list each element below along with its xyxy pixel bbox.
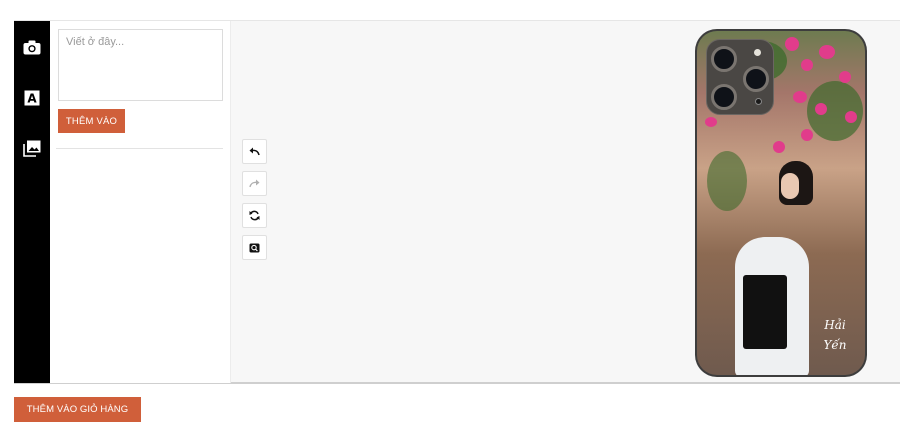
case-photo: Hải Yến — [697, 31, 865, 375]
image-gallery-icon[interactable] — [14, 133, 50, 163]
signature-line-2: Yến — [823, 338, 847, 352]
tool-sidebar: A — [14, 21, 50, 383]
camera-module — [706, 39, 774, 115]
rotate-icon[interactable] — [242, 203, 267, 228]
custom-text-input[interactable] — [58, 29, 223, 101]
undo-icon[interactable] — [242, 139, 267, 164]
text-tool-label: A — [27, 92, 37, 106]
add-text-button[interactable]: THÊM VÀO — [58, 109, 125, 133]
camera-icon[interactable] — [14, 32, 50, 62]
signature-line-1: Hải — [824, 318, 846, 332]
redo-icon[interactable] — [242, 171, 267, 196]
zoom-icon[interactable] — [242, 235, 267, 260]
panel-divider — [56, 148, 223, 149]
text-tool-icon[interactable]: A — [14, 83, 50, 113]
phone-case: Hải Yến — [695, 29, 867, 377]
phone-case-preview: Hải Yến — [693, 29, 869, 379]
signature-text: Hải Yến — [815, 315, 855, 361]
product-customizer: A THÊM VÀO — [14, 20, 900, 384]
text-panel: THÊM VÀO — [50, 21, 231, 383]
add-to-cart-button[interactable]: THÊM VÀO GIỎ HÀNG — [14, 397, 141, 422]
